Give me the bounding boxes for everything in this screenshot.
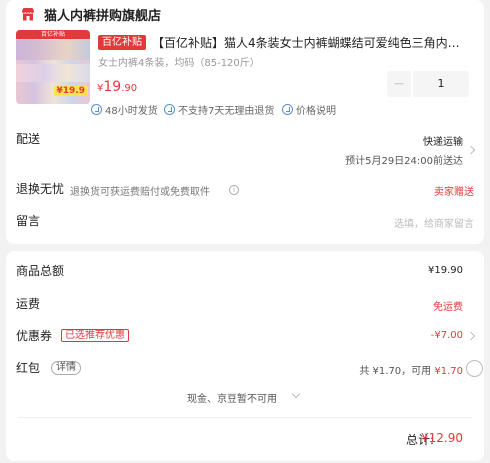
chevron-right-icon <box>466 145 476 155</box>
price-decimal: .90 <box>121 83 138 94</box>
product-title[interactable]: 【百亿补贴】猫人4条装女士内裤蝴蝶结可爱纯色三角内裤 … <box>152 34 470 51</box>
service-48h: 48小时发货 <box>91 102 158 117</box>
message-input[interactable]: 选填，给商家留言 <box>394 215 474 230</box>
divider <box>18 417 472 418</box>
order-item-card: 猫人内裤拼购旗舰店 百亿补贴 ¥19.9 百亿补贴 【百亿补贴】猫人4条装女士内… <box>6 0 484 244</box>
store-icon <box>22 8 34 21</box>
decrease-button[interactable]: − <box>387 71 411 97</box>
service-label: 48小时发货 <box>105 106 158 117</box>
redpacket-total: 共 ¥1.70，可用 <box>359 366 432 377</box>
info-icon[interactable]: i <box>229 185 239 195</box>
goods-total-value: ¥19.90 <box>428 265 463 276</box>
chevron-right-icon <box>466 331 476 341</box>
delivery-method: 快递运输 <box>423 137 463 148</box>
chevron-down-icon <box>291 389 301 399</box>
image-price-tag: ¥19.9 <box>53 86 88 96</box>
returns-desc: 退换货可获运费赔付或免费取件 <box>70 187 210 198</box>
message-label: 留言 <box>16 214 41 228</box>
product-price: ¥19.90 <box>97 76 137 95</box>
cash-note: 现金、京豆暂不可用 <box>187 394 277 405</box>
service-label: 价格说明 <box>296 106 336 117</box>
redpacket-amount: 共 ¥1.70，可用 ¥1.70 <box>359 362 463 377</box>
redpacket-available: ¥1.70 <box>434 366 463 377</box>
image-badge: 百亿补贴 <box>16 30 90 39</box>
service-label: 不支持7天无理由退货 <box>178 106 275 117</box>
coupon-row[interactable]: 优惠券 已选推荐优惠 -¥7.00 <box>6 323 484 349</box>
shipping-label: 运费 <box>16 297 41 311</box>
grand-total-value: ¥12.90 <box>421 431 463 445</box>
redpacket-radio[interactable] <box>466 360 483 377</box>
subsidy-tag: 百亿补贴 <box>98 35 146 50</box>
goods-total-label: 商品总额 <box>16 264 65 278</box>
delivery-row[interactable]: 配送 快递运输 预计5月29日24:00前送达 <box>6 125 484 169</box>
redpacket-row: 红包 详情 共 ¥1.70，可用 ¥1.70 <box>6 355 484 381</box>
info-icon <box>282 104 293 115</box>
check-circle-icon <box>91 104 102 115</box>
product-spec[interactable]: 女士内裤4条装，均码（85-120斤） <box>98 54 260 69</box>
service-price-info[interactable]: 价格说明 <box>282 102 336 117</box>
returns-row: 退换无忧 退换货可获运费赔付或免费取件 i 卖家赠送 <box>6 178 484 200</box>
delivery-eta: 预计5月29日24:00前送达 <box>345 156 463 167</box>
service-no-return: 不支持7天无理由退货 <box>164 102 274 117</box>
delivery-label: 配送 <box>16 132 41 146</box>
quantity-stepper: − 1 <box>387 71 469 97</box>
no-return-icon <box>164 104 175 115</box>
product-image[interactable]: 百亿补贴 ¥19.9 <box>16 30 90 104</box>
shop-name[interactable]: 猫人内裤拼购旗舰店 <box>44 5 161 24</box>
price-integer: 19 <box>103 79 122 95</box>
quantity-input[interactable]: 1 <box>413 71 469 97</box>
redpacket-label: 红包 <box>16 361 41 375</box>
returns-label: 退换无忧 <box>16 182 65 196</box>
coupon-recommended-tag: 已选推荐优惠 <box>61 329 129 342</box>
cash-note-row[interactable]: 现金、京豆暂不可用 <box>6 387 484 407</box>
order-summary-card: 商品总额 ¥19.90 运费 免运费 优惠券 已选推荐优惠 -¥7.00 红包 … <box>6 251 484 461</box>
coupon-label: 优惠券 <box>16 329 53 343</box>
redpacket-detail-button[interactable]: 详情 <box>51 361 81 375</box>
shipping-value: 免运费 <box>433 302 463 313</box>
returns-value: 卖家赠送 <box>434 187 474 198</box>
coupon-value: -¥7.00 <box>430 330 463 341</box>
message-row: 留言 选填，给商家留言 <box>6 210 484 234</box>
